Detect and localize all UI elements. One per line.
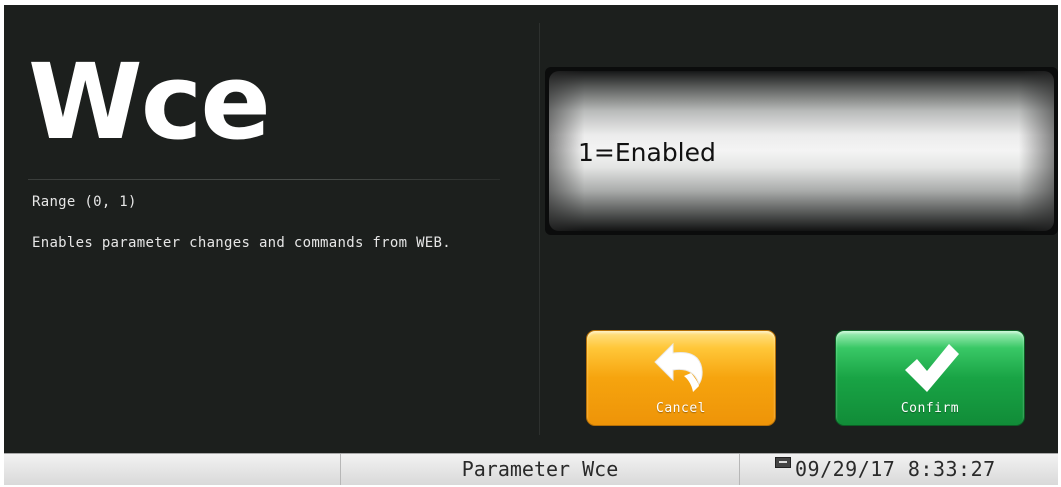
cancel-button[interactable]: Cancel [586, 330, 776, 426]
title-divider [28, 179, 500, 180]
parameter-info-panel: Wce Range (0, 1) Enables parameter chang… [4, 5, 539, 453]
undo-arrow-icon [651, 340, 711, 400]
status-bar-left-segment [4, 454, 339, 485]
status-bar-datetime-segment: 09/29/17 8:33:27 [740, 454, 1058, 485]
confirm-button[interactable]: Confirm [835, 330, 1025, 426]
panel-divider [539, 23, 540, 435]
parameter-name-title: Wce [28, 41, 271, 163]
status-datetime: 09/29/17 8:33:27 [795, 457, 996, 481]
parameter-range: Range (0, 1) [32, 194, 137, 210]
parameter-description: Enables parameter changes and commands f… [32, 235, 451, 251]
selected-value: 1=Enabled [578, 138, 716, 167]
value-selector[interactable]: 1=Enabled [545, 67, 1058, 235]
cancel-button-label: Cancel [656, 401, 706, 416]
status-bar: Parameter Wce 09/29/17 8:33:27 [4, 453, 1058, 485]
confirm-button-label: Confirm [900, 401, 960, 416]
parameter-edit-screen: Wce Range (0, 1) Enables parameter chang… [4, 5, 1058, 453]
usb-icon [775, 457, 791, 468]
checkmark-icon [899, 340, 961, 400]
status-bar-title-segment: Parameter Wce [340, 454, 740, 485]
status-bar-title: Parameter Wce [461, 457, 619, 481]
